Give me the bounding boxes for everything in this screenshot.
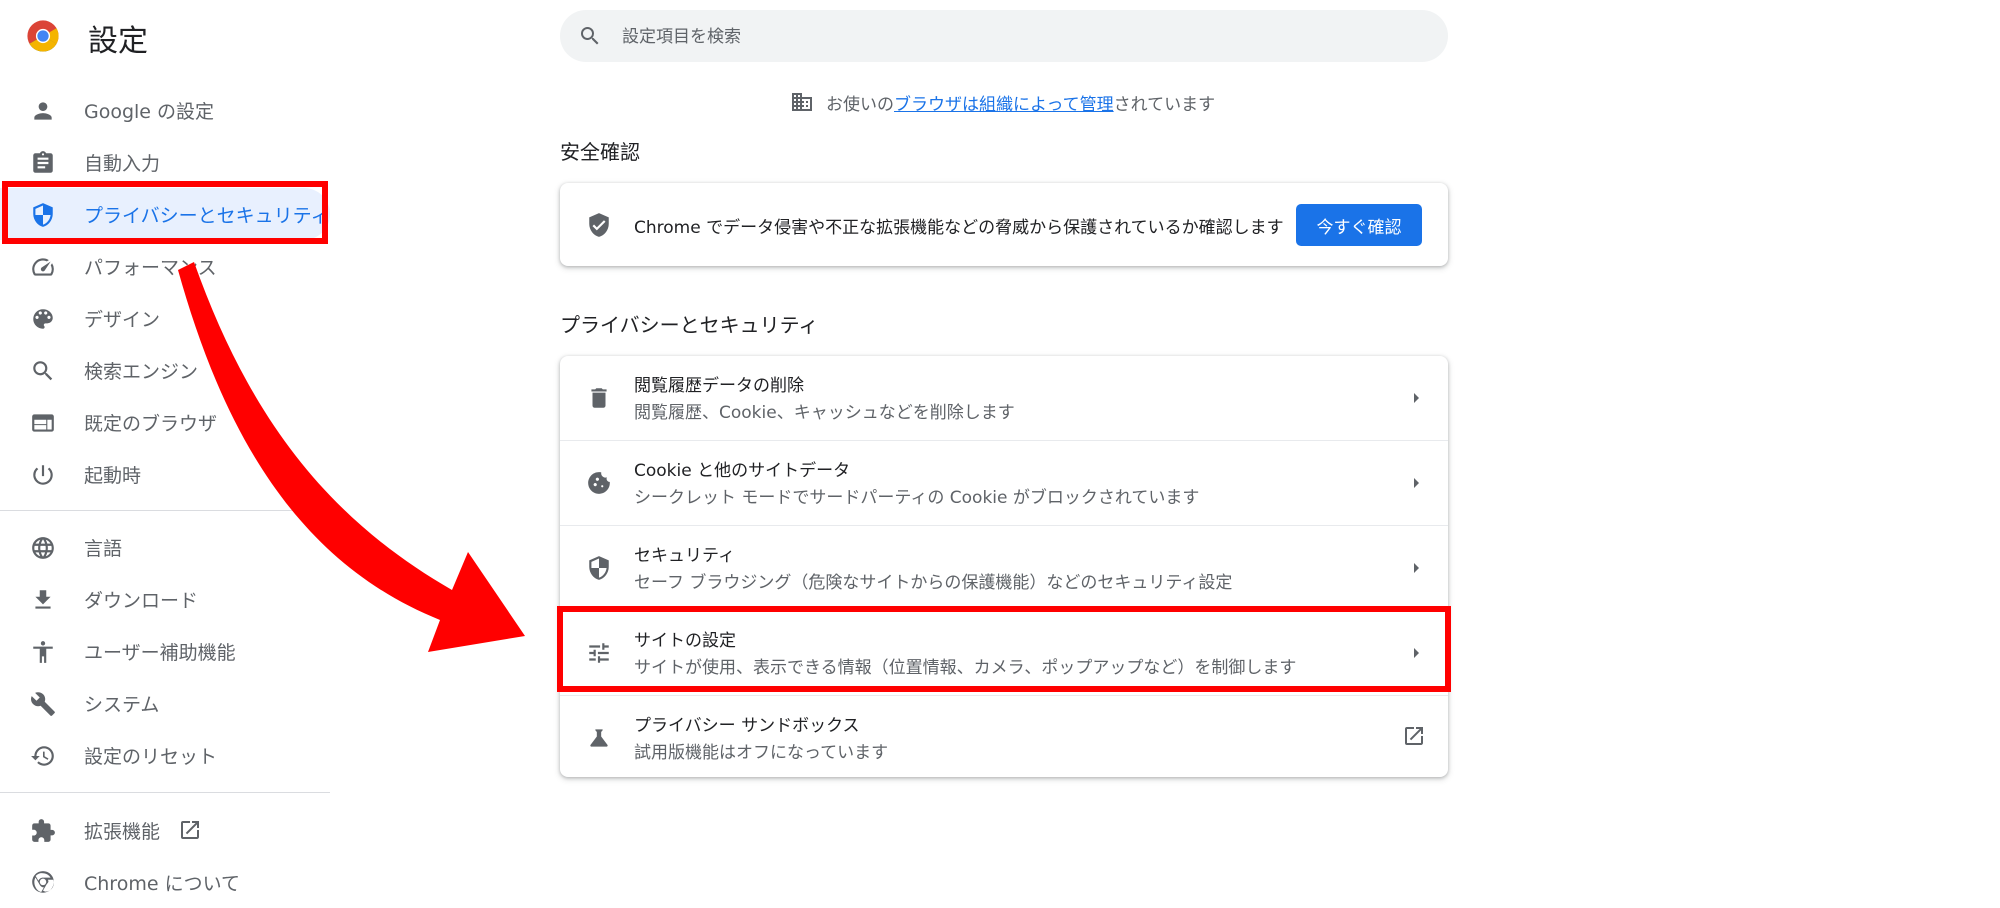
- sidebar-item-about-chrome[interactable]: Chrome について: [0, 856, 330, 908]
- cookie-icon: [586, 470, 612, 496]
- chevron-right-icon: [1404, 556, 1428, 580]
- page-title: 設定: [88, 24, 148, 59]
- row-title: 閲覧履歴データの削除: [634, 376, 804, 396]
- safety-check-card: Chrome でデータ侵害や不正な拡張機能などの脅威から保護されているか確認しま…: [560, 183, 1448, 266]
- puzzle-icon: [30, 818, 56, 844]
- sidebar-item-label: 既定のブラウザ: [84, 412, 218, 435]
- open-in-new-icon: [1402, 724, 1426, 748]
- check-now-button[interactable]: 今すぐ確認: [1296, 204, 1422, 246]
- search-bar[interactable]: [560, 10, 1448, 64]
- sidebar-item-languages[interactable]: 言語: [0, 521, 330, 573]
- highlight-box-privacy-nav: [2, 181, 328, 244]
- sidebar-item-label: 設定のリセット: [84, 745, 218, 768]
- sidebar-item-accessibility[interactable]: ユーザー補助機能: [0, 625, 330, 677]
- download-icon: [30, 587, 56, 613]
- sidebar-item-search-engine[interactable]: 検索エンジン: [0, 344, 330, 396]
- row-subtitle: セーフ ブラウジング（危険なサイトからの保護機能）などのセキュリティ設定: [634, 573, 1233, 593]
- accessibility-icon: [30, 639, 56, 665]
- row-title: プライバシー サンドボックス: [634, 716, 860, 736]
- power-icon: [30, 462, 56, 488]
- person-icon: [30, 98, 56, 124]
- sidebar-item-performance[interactable]: パフォーマンス: [0, 240, 330, 292]
- sidebar-item-reset[interactable]: 設定のリセット: [0, 729, 330, 781]
- row-security[interactable]: セキュリティ セーフ ブラウジング（危険なサイトからの保護機能）などのセキュリテ…: [560, 526, 1448, 610]
- search-icon: [30, 358, 56, 384]
- sidebar-item-label: システム: [84, 693, 160, 716]
- sidebar-item-label: ユーザー補助機能: [84, 641, 236, 664]
- palette-icon: [30, 306, 56, 332]
- chevron-right-icon: [1404, 386, 1428, 410]
- sidebar-item-downloads[interactable]: ダウンロード: [0, 573, 330, 625]
- browser-window-icon: [30, 410, 56, 436]
- sidebar-item-label: 自動入力: [84, 152, 161, 175]
- globe-icon: [30, 535, 56, 561]
- open-in-new-icon: [178, 818, 202, 842]
- privacy-section-title: プライバシーとセキュリティ: [560, 313, 819, 337]
- managed-notice: お使いの ブラウザは組織によって管理 されています: [790, 88, 1215, 116]
- managed-prefix: お使いの: [826, 94, 894, 115]
- row-title: セキュリティ: [634, 546, 735, 566]
- safety-check-text: Chrome でデータ侵害や不正な拡張機能などの脅威から保護されているか確認しま…: [634, 218, 1284, 238]
- chrome-logo-icon: [27, 20, 59, 52]
- sidebar-item-label: 拡張機能: [84, 820, 161, 843]
- chrome-logo: [26, 12, 60, 60]
- wrench-icon: [30, 691, 56, 717]
- managed-suffix: されています: [1113, 94, 1216, 115]
- row-subtitle: 試用版機能はオフになっています: [634, 743, 889, 763]
- sidebar-item-label: Google の設定: [84, 100, 215, 123]
- row-cookies[interactable]: Cookie と他のサイトデータ シークレット モードでサードパーティの Coo…: [560, 441, 1448, 525]
- sidebar-item-extensions[interactable]: 拡張機能: [0, 804, 330, 856]
- row-subtitle: シークレット モードでサードパーティの Cookie がブロックされています: [634, 488, 1200, 508]
- sidebar-item-system[interactable]: システム: [0, 677, 330, 729]
- sidebar-divider: [0, 510, 330, 511]
- sidebar-item-label: 検索エンジン: [84, 360, 199, 383]
- row-subtitle: 閲覧履歴、Cookie、キャッシュなどを削除します: [634, 403, 1015, 423]
- sidebar-item-label: パフォーマンス: [84, 256, 217, 279]
- sidebar-divider: [0, 792, 330, 793]
- sidebar-item-label: 起動時: [84, 464, 142, 487]
- shield-outline-icon: [586, 555, 612, 581]
- trash-icon: [586, 385, 612, 411]
- search-input[interactable]: [620, 10, 1424, 64]
- clipboard-icon: [30, 150, 56, 176]
- shield-check-icon: [586, 212, 612, 238]
- highlight-box-site-settings: [557, 606, 1451, 692]
- sidebar-item-google[interactable]: Google の設定: [0, 84, 330, 136]
- sidebar-item-label: デザイン: [84, 308, 161, 331]
- row-privacy-sandbox[interactable]: プライバシー サンドボックス 試用版機能はオフになっています: [560, 696, 1448, 780]
- sidebar-item-label: Chrome について: [84, 872, 240, 895]
- safety-check-title: 安全確認: [560, 140, 640, 164]
- managed-link[interactable]: ブラウザは組織によって管理: [894, 90, 1114, 115]
- search-icon: [578, 24, 602, 48]
- sidebar-item-on-startup[interactable]: 起動時: [0, 448, 330, 500]
- sidebar-item-design[interactable]: デザイン: [0, 292, 330, 344]
- sidebar-item-default-browser[interactable]: 既定のブラウザ: [0, 396, 330, 448]
- sidebar-item-label: ダウンロード: [84, 589, 199, 612]
- chrome-icon: [30, 870, 56, 896]
- chevron-right-icon: [1404, 471, 1428, 495]
- row-title: Cookie と他のサイトデータ: [634, 461, 851, 481]
- building-icon: [790, 90, 814, 114]
- restore-icon: [30, 743, 56, 769]
- row-clear-browsing-data[interactable]: 閲覧履歴データの削除 閲覧履歴、Cookie、キャッシュなどを削除します: [560, 356, 1448, 440]
- speedometer-icon: [30, 254, 56, 280]
- flask-icon: [586, 725, 612, 751]
- sidebar-item-label: 言語: [84, 537, 123, 560]
- privacy-card: 閲覧履歴データの削除 閲覧履歴、Cookie、キャッシュなどを削除します Coo…: [560, 356, 1448, 777]
